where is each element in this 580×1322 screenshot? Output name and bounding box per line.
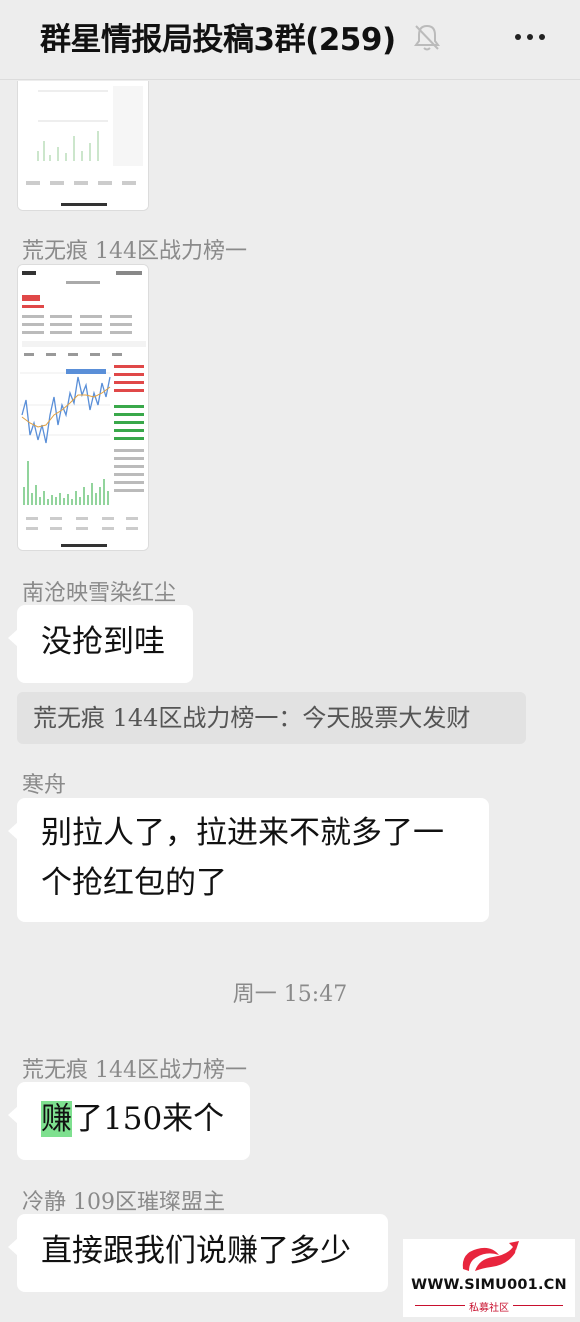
chat-header: 群星情报局投稿3群(259) (0, 0, 580, 80)
message-sender: 寒舟 (22, 773, 67, 798)
quoted-message[interactable]: 荒无痕 144区战力榜一：今天股票大发财 (17, 692, 526, 744)
message-text-line: 别拉人了，拉进来不就多了一 (41, 815, 444, 851)
more-dots-icon[interactable] (510, 22, 550, 52)
message-sender: 南沧映雪染红尘 (22, 581, 177, 606)
message-bubble[interactable]: 别拉人了，拉进来不就多了一 个抢红包的了 (8, 798, 489, 922)
watermark-subtext: 私募社区 (469, 1303, 509, 1314)
message-bubble[interactable]: 没抢到哇 (8, 605, 193, 683)
message-bubble[interactable]: 赚了150来个 (8, 1082, 250, 1160)
chat-title[interactable]: 群星情报局投稿3群(259) (40, 14, 396, 59)
message-text: 了150来个 (72, 1101, 225, 1137)
message-text: 没抢到哇 (41, 624, 165, 660)
highlighted-text: 赚 (41, 1101, 72, 1137)
stock-screenshot-thumbnail[interactable] (17, 264, 149, 551)
stock-screenshot-thumbnail[interactable] (17, 81, 149, 211)
message-sender: 冷静 109区璀璨盟主 (22, 1190, 225, 1215)
message-bubble[interactable]: 直接跟我们说赚了多少 (8, 1214, 388, 1292)
message-sender: 荒无痕 144区战力榜一 (22, 1058, 247, 1083)
timestamp-divider: 周一 15:47 (232, 982, 348, 1007)
bell-muted-icon (414, 24, 440, 51)
simu-logo-icon (462, 1241, 519, 1271)
message-text-line: 个抢红包的了 (41, 865, 227, 901)
message-text: 直接跟我们说赚了多少 (41, 1233, 351, 1269)
site-watermark: WWW.SIMU001.CN 私募社区 (403, 1239, 575, 1317)
message-sender: 荒无痕 144区战力榜一 (22, 239, 247, 264)
watermark-text: WWW.SIMU001.CN (411, 1277, 567, 1293)
